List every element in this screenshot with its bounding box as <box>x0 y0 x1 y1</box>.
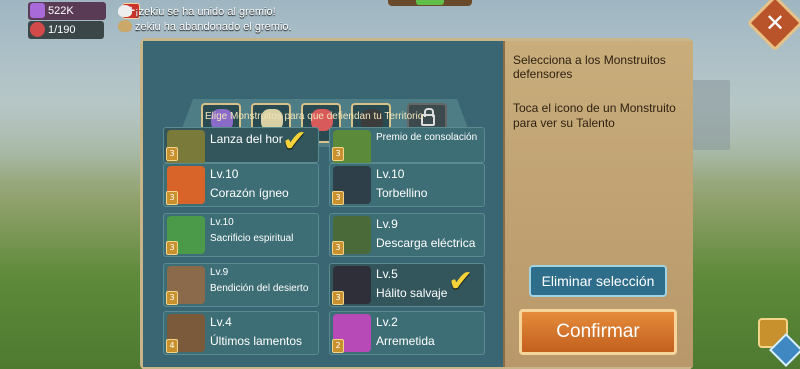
star-badge: 3 <box>166 191 178 205</box>
monster-card[interactable]: 3 Lv.9 Bendición del desierto <box>163 263 319 307</box>
star-badge: 4 <box>166 339 178 353</box>
monster-card[interactable]: 3 Lv.5 Hálito salvaje ✔ <box>329 263 485 307</box>
selected-check-icon: ✔ <box>282 124 308 159</box>
guild-feed-line: ¡zekiu se ha unido al gremio! <box>118 5 276 18</box>
monster-skill-name: Hálito salvaje <box>376 286 448 300</box>
star-badge: 3 <box>166 147 178 161</box>
heart-icon <box>30 22 45 37</box>
hearts-counter: 1/190 <box>28 21 104 39</box>
monster-card[interactable]: 3 Lanza del hor ✔ <box>163 124 319 168</box>
guild-feed-line: zekiu ha abandonado el gremio. <box>118 20 292 33</box>
monster-skill-name: Descarga eléctrica <box>376 236 476 250</box>
top-tab-indicator <box>388 0 472 6</box>
defender-selection-panel: 3 60 4 60 3 60 5 60 Elige Monstruito <box>140 38 693 369</box>
monster-skill-name: Últimos lamentos <box>210 334 303 348</box>
monster-card[interactable]: 3 Lv.9 Descarga eléctrica <box>329 213 485 257</box>
select-hint: Selecciona a los Monstruitos defensores <box>513 53 666 81</box>
monster-card[interactable]: 3 Lv.10 Sacrificio espiritual <box>163 213 319 257</box>
defenders-subtitle: Elige Monstruitos para que defiendan tu … <box>205 111 424 122</box>
monster-skill-name: Corazón ígneo <box>210 186 289 200</box>
star-badge: 3 <box>332 147 344 161</box>
monster-card[interactable]: 3 Premio de consolación <box>329 127 485 168</box>
confirm-button[interactable]: Confirmar <box>519 309 677 355</box>
star-badge: 3 <box>166 291 178 305</box>
star-badge: 3 <box>166 241 178 255</box>
monster-level: Lv.10 <box>210 167 239 181</box>
star-badge: 3 <box>332 291 344 305</box>
monster-level: Lv.9 <box>376 217 398 231</box>
info-side-panel: Selecciona a los Monstruitos defensores … <box>503 41 693 367</box>
clear-selection-button[interactable]: Eliminar selección <box>529 265 667 297</box>
star-badge: 3 <box>332 191 344 205</box>
monster-level: Lv.2 <box>376 315 398 329</box>
talent-hint: Toca el icono de un Monstruito para ver … <box>513 101 676 130</box>
background-tower <box>690 80 730 150</box>
monster-card[interactable]: 3 Lv.10 Torbellino <box>329 163 485 207</box>
monster-level: Lv.10 <box>376 167 405 181</box>
gems-value: 522K <box>48 5 74 17</box>
monster-level: Lv.10 <box>210 217 234 228</box>
monster-skill-name: Sacrificio espiritual <box>210 233 294 244</box>
gems-counter: 522K + <box>28 2 140 20</box>
monster-skill-name: Lanza del hor <box>210 132 283 146</box>
selected-check-icon: ✔ <box>448 264 474 299</box>
gem-icon <box>30 3 45 18</box>
hearts-value: 1/190 <box>48 24 76 36</box>
monster-list-area: 3 60 4 60 3 60 5 60 Elige Monstruito <box>143 41 503 367</box>
star-badge: 3 <box>332 241 344 255</box>
monster-level: Lv.4 <box>210 315 232 329</box>
close-icon: ✕ <box>764 8 786 37</box>
monster-skill-name: Bendición del desierto <box>210 283 309 294</box>
monster-card[interactable]: 2 Lv.2 Arremetida <box>329 311 485 355</box>
monster-card[interactable]: 4 Lv.4 Últimos lamentos <box>163 311 319 355</box>
monster-skill-name: Premio de consolación <box>376 132 478 143</box>
scroll-icon <box>118 20 132 32</box>
monster-card[interactable]: 3 Lv.10 Corazón ígneo <box>163 163 319 207</box>
monster-skill-name: Torbellino <box>376 186 428 200</box>
monster-skill-name: Arremetida <box>376 334 435 348</box>
chat-icon <box>118 5 132 17</box>
monster-level: Lv.9 <box>210 267 229 278</box>
monster-level: Lv.5 <box>376 267 398 281</box>
star-badge: 2 <box>332 339 344 353</box>
